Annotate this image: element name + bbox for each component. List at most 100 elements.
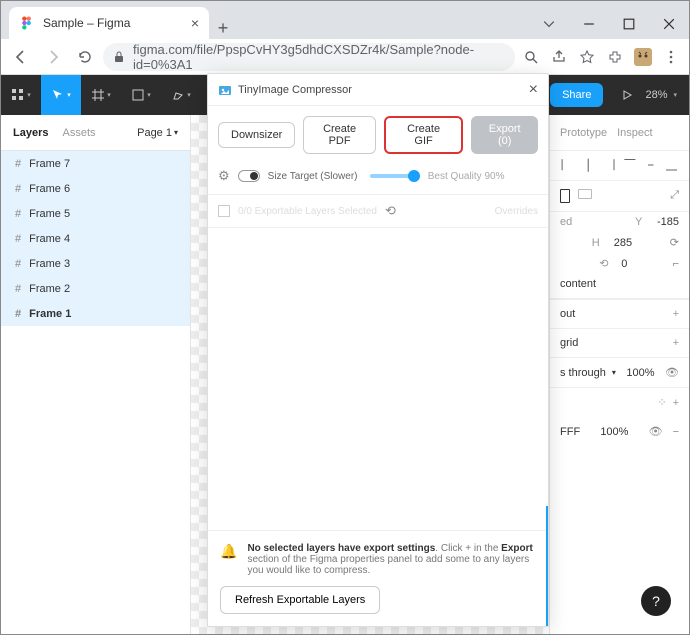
quality-slider[interactable] <box>370 174 420 178</box>
frame-icon: # <box>15 208 21 220</box>
maximize-button[interactable] <box>609 9 649 39</box>
frame-icon: # <box>15 308 21 320</box>
layers-tab[interactable]: Layers <box>13 127 48 139</box>
frame-icon: # <box>15 158 21 170</box>
align-bottom-icon[interactable]: ⎽ <box>665 159 679 172</box>
frame-icon: # <box>15 233 21 245</box>
frame-icon: # <box>15 258 21 270</box>
y-value[interactable]: -185 <box>657 216 679 228</box>
frame-tool-icon[interactable]: ▾ <box>81 75 121 115</box>
layer-item[interactable]: #Frame 2 <box>1 276 190 301</box>
browser-titlebar: Sample – Figma × + <box>1 1 689 39</box>
layer-item[interactable]: #Frame 5 <box>1 201 190 226</box>
browser-addressbar: figma.com/file/PpspCvHY3g5dhdCXSDZr4k/Sa… <box>1 39 689 75</box>
search-icon[interactable] <box>519 45 543 69</box>
layer-item[interactable]: #Frame 7 <box>1 151 190 176</box>
eye-icon[interactable]: 👁 <box>665 366 679 379</box>
footer-message: No selected layers have export settings.… <box>247 543 536 576</box>
chrome-menu-icon[interactable] <box>659 45 683 69</box>
pass-through-label[interactable]: s through <box>560 367 606 379</box>
url-text: figma.com/file/PpspCvHY3g5dhdCXSDZr4k/Sa… <box>133 42 505 72</box>
grid-section-label: grid <box>560 337 578 349</box>
frame-icon: # <box>15 183 21 195</box>
url-field[interactable]: figma.com/file/PpspCvHY3g5dhdCXSDZr4k/Sa… <box>103 43 515 71</box>
align-top-icon[interactable]: ⎺ <box>623 159 637 172</box>
corner-icon[interactable]: ⌐ <box>673 258 679 270</box>
layers-selected-count: 0/0 Exportable Layers Selected <box>238 206 377 217</box>
add-grid-icon[interactable]: + <box>673 337 679 349</box>
overrides-label: Overrides <box>495 206 538 217</box>
prototype-tab[interactable]: Prototype <box>560 127 607 139</box>
tinyimage-plugin-modal: TinyImage Compressor × Downsizer Create … <box>207 73 549 627</box>
link-icon[interactable]: ⟳ <box>670 236 679 249</box>
plugin-icon <box>218 83 232 97</box>
refresh-exportable-layers-button[interactable]: Refresh Exportable Layers <box>220 586 380 614</box>
create-pdf-button[interactable]: Create PDF <box>303 116 375 154</box>
remove-fill-icon[interactable]: − <box>673 426 679 438</box>
add-layout-icon[interactable]: + <box>673 308 679 320</box>
inspect-tab[interactable]: Inspect <box>617 127 652 139</box>
star-icon[interactable] <box>575 45 599 69</box>
tab-close-icon[interactable]: × <box>191 15 199 31</box>
h-value[interactable]: 285 <box>614 237 632 249</box>
quality-label: Best Quality 90% <box>428 171 505 182</box>
orientation-portrait-icon[interactable] <box>560 189 570 203</box>
frame-icon: # <box>15 283 21 295</box>
profile-avatar-icon[interactable] <box>631 45 655 69</box>
move-tool-icon[interactable]: ▾ <box>41 75 81 115</box>
align-middle-icon[interactable]: ⎯ <box>644 159 658 172</box>
close-window-button[interactable] <box>649 9 689 39</box>
rotation-value[interactable]: 0 <box>621 258 627 270</box>
reload-button[interactable] <box>71 43 99 71</box>
select-all-checkbox[interactable] <box>218 205 230 217</box>
label-ed: ed <box>560 216 572 228</box>
page-indicator[interactable]: Page 1▾ <box>137 127 178 139</box>
browser-tab[interactable]: Sample – Figma × <box>9 7 209 39</box>
assets-tab[interactable]: Assets <box>62 127 95 139</box>
create-gif-button[interactable]: Create GIF <box>384 116 464 154</box>
size-target-label: Size Target (Slower) <box>268 171 358 182</box>
opacity-value[interactable]: 100% <box>626 367 654 379</box>
orientation-landscape-icon[interactable] <box>578 189 592 199</box>
present-icon[interactable] <box>609 77 645 113</box>
fill-opacity[interactable]: 100% <box>600 426 628 438</box>
pen-tool-icon[interactable]: ▾ <box>161 75 201 115</box>
share-icon[interactable] <box>547 45 571 69</box>
export-button[interactable]: Export (0) <box>471 116 538 154</box>
lock-icon <box>113 51 125 63</box>
scrollbar[interactable] <box>546 506 548 626</box>
layer-item[interactable]: #Frame 1 <box>1 301 190 326</box>
chevron-down-icon[interactable] <box>529 9 569 39</box>
layer-item[interactable]: #Frame 3 <box>1 251 190 276</box>
align-right-icon[interactable]: ⎹ <box>602 159 616 172</box>
extensions-icon[interactable] <box>603 45 627 69</box>
fill-hex[interactable]: FFF <box>560 426 580 438</box>
align-center-icon[interactable]: ⎮ <box>581 159 595 172</box>
forward-button[interactable] <box>39 43 67 71</box>
figma-favicon-icon <box>19 15 35 31</box>
layer-item[interactable]: #Frame 4 <box>1 226 190 251</box>
share-button[interactable]: Share <box>550 83 603 107</box>
layer-list: #Frame 7 #Frame 6 #Frame 5 #Frame 4 #Fra… <box>1 151 190 326</box>
layers-panel: Layers Assets Page 1▾ #Frame 7 #Frame 6 … <box>1 115 191 634</box>
help-button[interactable]: ? <box>641 586 671 616</box>
eye-icon[interactable]: 👁 <box>649 425 663 438</box>
downsizer-button[interactable]: Downsizer <box>218 122 295 148</box>
layer-item[interactable]: #Frame 6 <box>1 176 190 201</box>
dots-icon[interactable]: ⁘ <box>657 396 666 409</box>
zoom-level[interactable]: 28%▾ <box>645 89 689 101</box>
settings-icon[interactable]: ⚙ <box>218 168 230 184</box>
design-panel: Prototype Inspect ⎸ ⎮ ⎹ ⎺ ⎯ ⎽ ⤢ edY-185 … <box>549 115 689 634</box>
add-fill-icon[interactable]: + <box>673 397 679 409</box>
minimize-button[interactable] <box>569 9 609 39</box>
new-tab-button[interactable]: + <box>209 18 237 39</box>
refresh-icon[interactable]: ⟲ <box>385 203 396 219</box>
align-left-icon[interactable]: ⎸ <box>560 159 574 172</box>
clip-content-label: content <box>560 278 596 290</box>
size-target-toggle[interactable] <box>238 170 260 182</box>
figma-menu-icon[interactable]: ▾ <box>1 75 41 115</box>
shape-tool-icon[interactable]: ▾ <box>121 75 161 115</box>
back-button[interactable] <box>7 43 35 71</box>
resize-fit-icon[interactable]: ⤢ <box>670 189 679 203</box>
plugin-close-icon[interactable]: × <box>529 81 538 99</box>
